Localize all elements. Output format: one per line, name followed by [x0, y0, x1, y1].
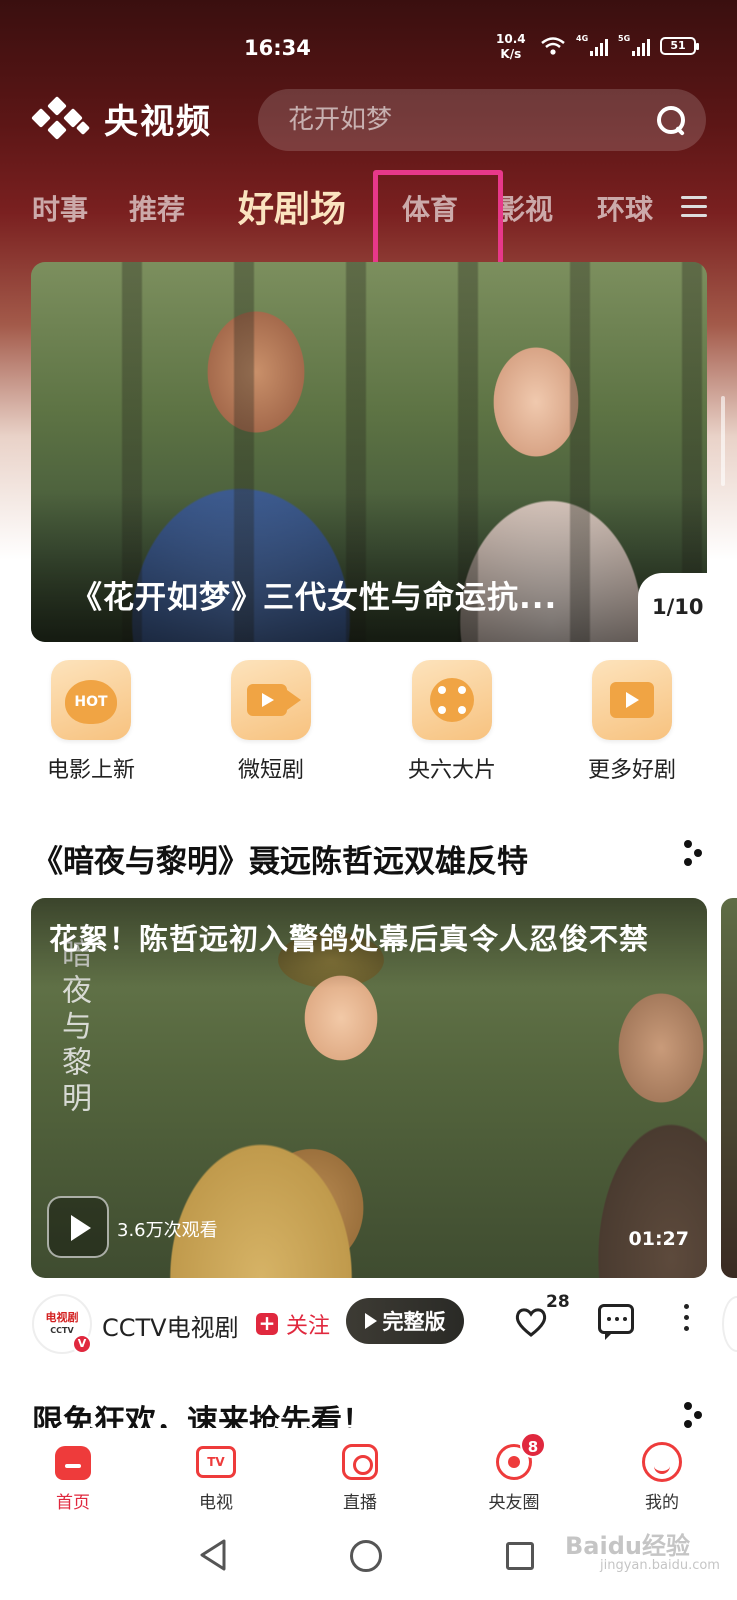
nav-home[interactable]: 首页 [23, 1442, 123, 1513]
banner-title: 《花开如梦》三代女性与命运抗... [71, 580, 558, 616]
quick-link-label: 电影上新 [46, 758, 135, 783]
home-circle-icon[interactable] [350, 1540, 382, 1572]
scrollbar[interactable] [721, 396, 725, 486]
nav-me[interactable]: 我的 [612, 1442, 712, 1513]
network-speed-unit: K/s [500, 47, 522, 61]
nav-label: 首页 [56, 1493, 90, 1513]
back-icon[interactable] [198, 1538, 228, 1572]
watermark: Baidu经验 [565, 1532, 690, 1560]
follow-label: 关注 [286, 1314, 331, 1339]
follow-button[interactable]: + 关注 [256, 1308, 330, 1340]
status-icons: 4G 5G 51 [540, 34, 699, 56]
quick-link-label: 更多好剧 [587, 758, 676, 783]
author-row: 电视剧 CCTV V CCTV电视剧 + 关注 完整版 28 [0, 1290, 737, 1360]
battery-icon: 51 [660, 37, 699, 55]
section-title[interactable]: 限免狂欢，速来抢先看！ [32, 1396, 373, 1428]
banner-carousel[interactable]: 《花开如梦》三代女性与命运抗... [31, 262, 707, 642]
video-duration: 01:27 [628, 1228, 689, 1250]
tab-yingshi[interactable]: 影视 [497, 188, 553, 228]
section-title[interactable]: 《暗夜与黎明》聂远陈哲远双雄反特 [32, 836, 528, 881]
watermark-sub: jingyan.baidu.com [600, 1558, 720, 1573]
hot-icon: HOT [51, 660, 131, 740]
comment-icon[interactable] [598, 1304, 634, 1340]
nav-tv[interactable]: TV 电视 [166, 1442, 266, 1513]
next-video-card-peek[interactable] [721, 898, 737, 1278]
video-camera-icon [231, 660, 311, 740]
full-version-label: 完整版 [382, 1310, 446, 1334]
video-title: 花絮！陈哲远初入警鸽处幕后真令人忍俊不禁 [49, 922, 650, 956]
play-button[interactable] [47, 1196, 109, 1258]
hot-icon-text: HOT [65, 680, 117, 724]
tab-haojuchang[interactable]: 好剧场 [238, 180, 346, 232]
sim1-tag: 4G [576, 34, 589, 43]
sim2-tag: 5G [618, 34, 631, 43]
quick-link-micro-drama[interactable]: 微短剧 [201, 660, 341, 784]
network-speed: 10.4 K/s [496, 32, 526, 62]
quick-links: HOT 电影上新 微短剧 央六大片 更多好剧 [0, 660, 737, 790]
banner-page-indicator: 1/10 [638, 573, 720, 645]
signal-sim1-icon: 4G [576, 34, 608, 56]
tv-icon: TV [196, 1442, 236, 1482]
tab-shishi[interactable]: 时事 [32, 188, 88, 228]
avatar-text: 电视剧 [45, 1311, 79, 1324]
play-icon [364, 1313, 377, 1329]
quick-link-more-dramas[interactable]: 更多好剧 [562, 660, 702, 784]
view-count: 3.6万次观看 [117, 1220, 218, 1241]
status-bar: 16:34 10.4 K/s 4G 5G 51 [0, 30, 737, 70]
more-options-icon[interactable] [684, 1304, 690, 1336]
section-more-icon[interactable] [684, 1402, 704, 1428]
bottom-nav: 首页 TV 电视 直播 8 央友圈 我的 [0, 1428, 737, 1520]
wifi-icon [541, 37, 565, 55]
section-more-icon[interactable] [684, 840, 704, 866]
search-icon[interactable] [656, 105, 686, 135]
quick-link-label: 微短剧 [237, 758, 304, 783]
live-icon [340, 1442, 380, 1482]
quick-link-new-movies[interactable]: HOT 电影上新 [21, 660, 161, 784]
tab-tuijian[interactable]: 推荐 [129, 188, 185, 228]
nav-live[interactable]: 直播 [310, 1442, 410, 1513]
heart-icon[interactable] [514, 1306, 548, 1338]
nav-label: 电视 [199, 1493, 233, 1513]
app-logo: 央视频 [30, 94, 212, 143]
network-speed-value: 10.4 [496, 32, 526, 46]
tab-huanqiu[interactable]: 环球 [597, 188, 655, 228]
section2-header: 限免狂欢，速来抢先看！ [0, 1390, 737, 1428]
app-name: 央视频 [104, 102, 212, 142]
full-version-button[interactable]: 完整版 [346, 1298, 464, 1344]
tab-tiyu[interactable]: 体育 [402, 188, 458, 228]
recent-apps-icon[interactable] [506, 1542, 534, 1570]
nav-friends[interactable]: 8 央友圈 [464, 1432, 564, 1513]
quick-link-label: 央六大片 [407, 758, 496, 783]
video-card[interactable]: 暗夜与黎明 花絮！陈哲远初入警鸽处幕后真令人忍俊不禁 3.6万次观看 01:27 [31, 898, 707, 1278]
logo-mark-icon [30, 95, 92, 143]
status-time: 16:34 [244, 36, 311, 60]
banner-shade [31, 492, 707, 642]
tv-icon-text: TV [196, 1446, 236, 1478]
like-count: 28 [546, 1292, 570, 1312]
nav-label: 直播 [343, 1493, 377, 1513]
plus-icon: + [256, 1313, 278, 1335]
signal-sim2-icon: 5G [618, 34, 650, 56]
channel-menu-icon[interactable] [681, 196, 707, 218]
friends-circle-icon: 8 [494, 1432, 546, 1482]
profile-icon [642, 1442, 682, 1482]
channel-tabs: 时事 推荐 好剧场 体育 影视 环球 [0, 180, 737, 232]
nav-label: 我的 [645, 1493, 679, 1513]
home-icon [53, 1442, 93, 1482]
author-name[interactable]: CCTV电视剧 [102, 1308, 239, 1343]
notification-badge: 8 [520, 1432, 546, 1458]
quick-link-cctv6-movies[interactable]: 央六大片 [382, 660, 522, 784]
search-input[interactable] [288, 105, 656, 135]
play-folder-icon [592, 660, 672, 740]
verified-badge-icon: V [72, 1334, 92, 1354]
film-reel-icon [412, 660, 492, 740]
nav-label: 央友圈 [488, 1493, 540, 1513]
search-bar[interactable] [258, 89, 706, 151]
